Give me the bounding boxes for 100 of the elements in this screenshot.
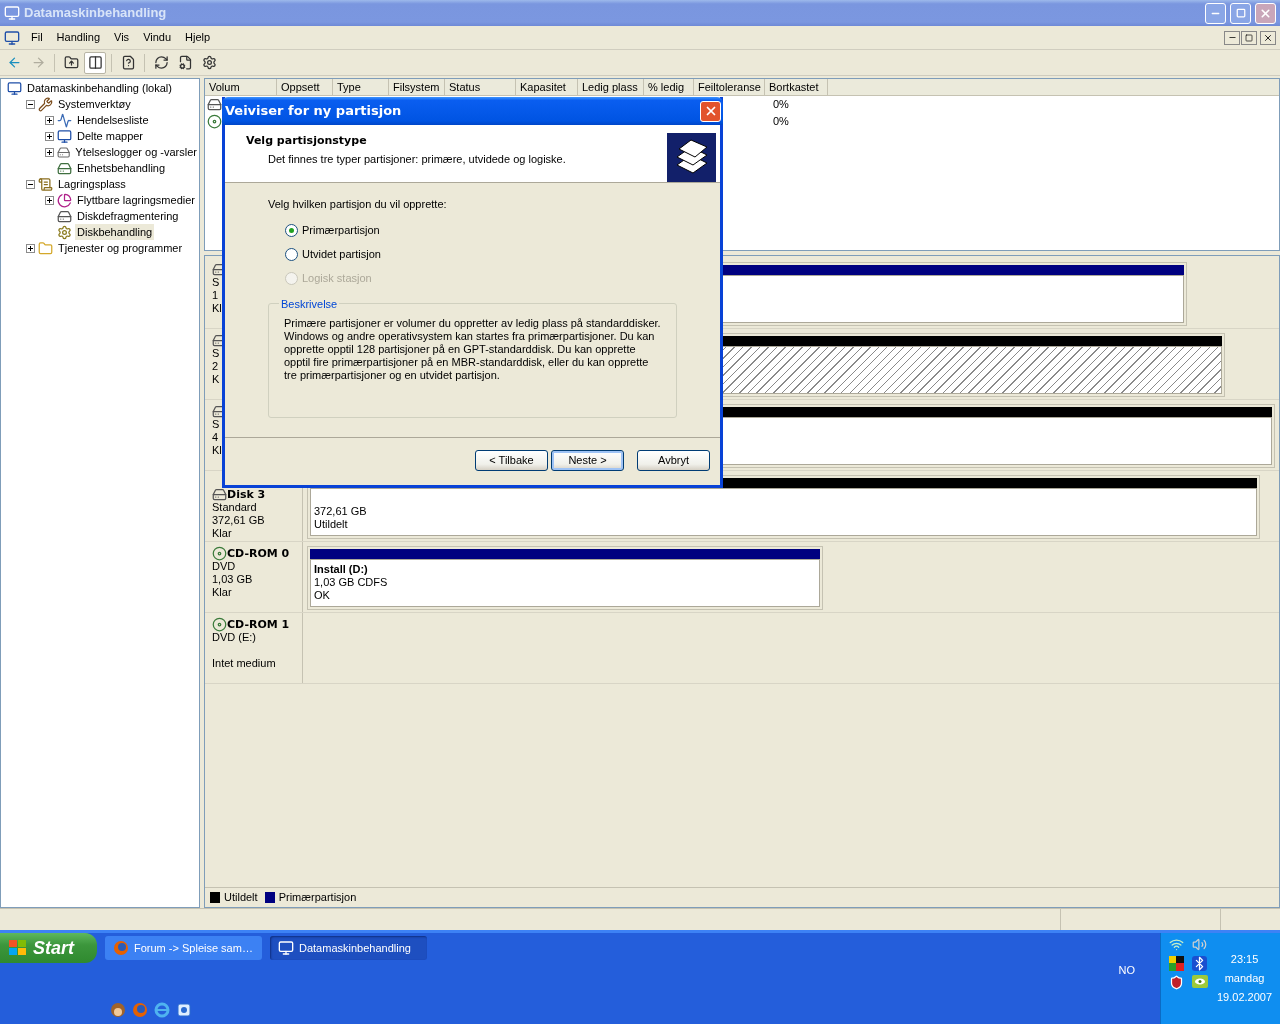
restore-icon: [1235, 8, 1246, 18]
expand-box[interactable]: [45, 131, 54, 141]
folder-icon: [38, 240, 53, 256]
drive-icon: [57, 144, 71, 160]
close-button[interactable]: [1260, 30, 1276, 45]
expand-box[interactable]: [45, 195, 54, 205]
network-icon: [1169, 937, 1184, 952]
help-icon: [120, 55, 136, 70]
menu-item[interactable]: Hjelp: [178, 29, 218, 46]
tree-item[interactable]: Diskdefragmentering: [75, 207, 181, 225]
disk-info: DVD: [212, 560, 236, 573]
menu-item[interactable]: Fil: [24, 29, 50, 46]
expand-box[interactable]: [26, 243, 35, 253]
tree-item[interactable]: Enhetsbehandling: [75, 159, 168, 177]
browser-icon: [154, 1002, 170, 1018]
legend-label: Utildelt: [224, 890, 258, 906]
start-button[interactable]: Start: [0, 933, 97, 963]
disk-info: 1,03 GB: [212, 573, 253, 586]
column-header[interactable]: Status: [445, 79, 516, 96]
column-header[interactable]: % ledig: [644, 79, 694, 96]
menu-item[interactable]: Vis: [107, 29, 137, 46]
toolbar-button[interactable]: [84, 51, 106, 74]
column-header[interactable]: Kapasitet: [516, 79, 578, 96]
menu-item[interactable]: Vindu: [136, 29, 179, 46]
taskbar-button[interactable]: Forum -> Spleise sam…: [105, 936, 262, 960]
partition-title: Install (D:): [314, 563, 368, 576]
disk-name: CD-ROM 1: [227, 617, 290, 631]
eye-icon: [1192, 975, 1208, 988]
description-text: Primære partisjoner er volumer du oppretter av ledig plass på standarddisker. Windows og andre operativsystem kan startes fra primærpartisjoner. Du kan opprette opptil 128 partisjoner på en GPT-standarddisk. Du kan opprette opptil fire primærpartisjoner på en MBR-standarddisk, eller du kan opprette tre primærpartisjoner og en utvidet partisjon.: [284, 316, 662, 382]
column-header[interactable]: Type: [333, 79, 389, 96]
column-header[interactable]: Feiltoleranse: [694, 79, 765, 96]
column-header[interactable]: Filsystem: [389, 79, 445, 96]
clock-date: 19.02.2007: [1217, 990, 1273, 1005]
wizard-subheading: Det finnes tre typer partisjoner: primære, utvidede og logiske.: [267, 151, 567, 167]
tree-item[interactable]: Tjenester og programmer: [56, 239, 185, 257]
folder-up-icon: [63, 55, 79, 70]
cd-drive-icon: [207, 114, 222, 129]
option-label: Logisk stasjon: [302, 271, 372, 287]
tree-item[interactable]: Diskbehandling: [75, 223, 155, 241]
partition-info: OK: [314, 589, 330, 602]
column-header[interactable]: Volum: [205, 79, 277, 96]
cd-drive-icon: [212, 616, 227, 632]
dialog-button[interactable]: Avbryt: [637, 450, 710, 471]
drive-icon: [57, 208, 72, 224]
clock-day: mandag: [1224, 969, 1265, 988]
taskbar-button[interactable]: Datamaskinbehandling: [270, 936, 427, 960]
computer-icon: [7, 80, 22, 96]
tree-item[interactable]: Systemverktøy: [56, 95, 133, 113]
settings-icon: [201, 55, 217, 70]
minimize-button[interactable]: [1224, 30, 1240, 45]
windows-logo-icon: [8, 939, 28, 957]
speaker-icon: [1192, 937, 1207, 952]
bluetooth-icon: [1192, 956, 1207, 971]
radio-button[interactable]: [285, 248, 298, 261]
column-header[interactable]: Bortkastet: [765, 79, 828, 96]
partition-block[interactable]: 372,61 GB Utildelt: [307, 475, 1260, 539]
expand-box[interactable]: [45, 115, 54, 125]
disk-info: DVD (E:): [212, 631, 256, 644]
collapse-box[interactable]: [26, 179, 35, 189]
partition-info: Utildelt: [314, 518, 348, 531]
table-cell-text: 0%: [773, 97, 789, 113]
tree-item[interactable]: Hendelsesliste: [75, 111, 151, 129]
disk-info: S: [212, 347, 220, 360]
window-title: Datamaskinbehandling: [24, 4, 168, 23]
disk-info: 2: [212, 360, 219, 373]
back-icon: [6, 55, 22, 70]
app-icon: [176, 1002, 192, 1018]
option-label: Primærpartisjon: [302, 223, 380, 239]
browser-icon: [113, 940, 129, 956]
gear-icon: [57, 224, 72, 240]
properties-icon: [177, 55, 193, 70]
dialog-button[interactable]: Neste >: [551, 450, 624, 471]
disk-info: S: [212, 418, 220, 431]
tools-icon: [38, 96, 53, 112]
browser-icon: [132, 1002, 148, 1018]
disk-info: Klar: [212, 527, 232, 540]
expand-box[interactable]: [45, 147, 54, 157]
disk-info: Kl: [212, 444, 222, 457]
dialog-button[interactable]: < Tilbake: [475, 450, 548, 471]
partition-block[interactable]: Install (D:) 1,03 GB CDFS OK: [307, 546, 823, 610]
forward-icon: [30, 55, 46, 70]
prompt-text: Velg hvilken partisjon du vil opprette:: [268, 197, 448, 212]
chart-icon: [57, 112, 72, 128]
language-indicator: NO: [1118, 963, 1135, 978]
tree-item[interactable]: Datamaskinbehandling (lokal): [25, 79, 174, 97]
column-header[interactable]: Oppsett: [277, 79, 333, 96]
computer-icon: [4, 29, 20, 46]
legend-label: Primærpartisjon: [278, 890, 357, 906]
tree-item[interactable]: Lagringsplass: [56, 175, 128, 193]
collapse-box[interactable]: [26, 99, 35, 109]
column-header[interactable]: Ledig plass: [578, 79, 644, 96]
radio-button[interactable]: [285, 224, 298, 237]
disk-info: 4: [212, 431, 219, 444]
disk-info: Klar: [212, 586, 232, 599]
tree-item[interactable]: Flyttbare lagringsmedier: [75, 191, 197, 209]
tree-item[interactable]: Ytelseslogger og -varsler: [73, 143, 199, 161]
tree-item[interactable]: Delte mapper: [75, 127, 146, 145]
menu-item[interactable]: Handling: [49, 29, 108, 46]
shield-icon: [1169, 975, 1184, 990]
dialog-title: Veiviser for ny partisjon: [225, 102, 403, 121]
